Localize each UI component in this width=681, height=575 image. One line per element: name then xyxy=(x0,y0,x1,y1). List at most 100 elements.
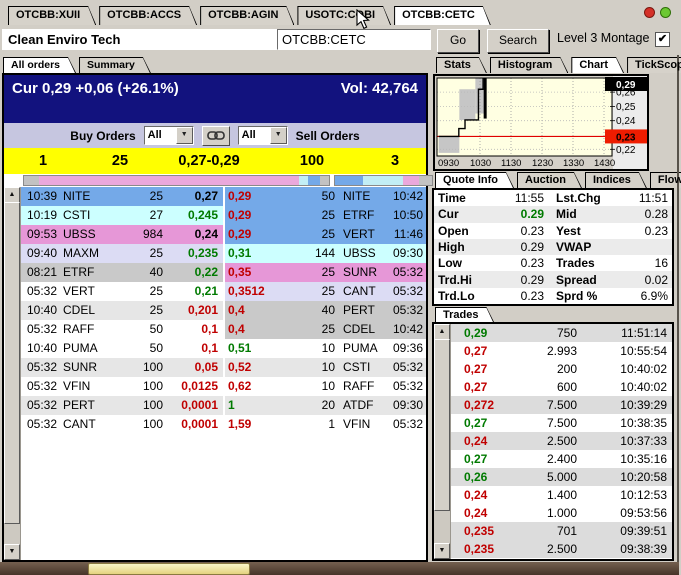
quote-value: 11:51 xyxy=(638,191,668,206)
cell-time: 10:42 xyxy=(392,322,423,336)
tab-label: Histogram xyxy=(497,59,553,71)
cell-mm: CDEL xyxy=(343,322,376,336)
quote-value: 0.23 xyxy=(520,223,544,238)
cell-mm: ATDF xyxy=(343,398,374,412)
scroll-thumb[interactable] xyxy=(4,202,20,524)
cell-time: 10:50 xyxy=(392,208,423,222)
trade-price: 0,27 xyxy=(464,362,488,376)
depth-gauge-row xyxy=(4,174,433,187)
cell-price: 0,29 xyxy=(228,208,252,222)
trade-size: 2.500 xyxy=(546,542,577,556)
chevron-down-icon[interactable]: ▼ xyxy=(175,127,193,144)
tab-tickscope[interactable]: TickScope xyxy=(627,57,681,73)
cell-size: 100 xyxy=(142,360,163,374)
buy-filter-dropdown[interactable]: All ▼ xyxy=(143,126,194,145)
quote-label: VWAP xyxy=(556,239,592,254)
current-price-line: Cur 0,29 +0,06 (+26.1%) xyxy=(12,80,179,97)
book-row[interactable]: 05:32 VERT 25 0,21 0,3512 25 CANT 05:32 xyxy=(21,282,426,301)
scroll-down-icon[interactable]: ▼ xyxy=(4,544,20,560)
cell-time: 05:32 xyxy=(27,398,58,412)
ticker-tab-otcbb-xuii[interactable]: OTCBB:XUII xyxy=(8,6,96,25)
tab-quote-info[interactable]: Quote Info xyxy=(435,172,514,188)
order-book-scrollbar[interactable]: ▲ ▼ xyxy=(4,187,21,560)
cell-time: 10:19 xyxy=(27,208,58,222)
buy-orders-label: Buy Orders xyxy=(70,128,136,143)
trade-row: 0,235 701 09:39:51 xyxy=(451,522,672,540)
book-row[interactable]: 09:40 MAXM 25 0,235 0,31 144 UBSS 09:30 xyxy=(21,244,426,263)
tab-auction[interactable]: Auction xyxy=(517,172,582,188)
book-row[interactable]: 05:32 SUNR 100 0,05 0,52 10 CSTI 05:32 xyxy=(21,358,426,377)
sell-order: 0,3512 25 CANT 05:32 xyxy=(225,282,426,301)
ticker-tab-otcbb-accs[interactable]: OTCBB:ACCS xyxy=(99,6,197,25)
order-book: ▲ ▼ 10:39 NITE 25 0,27 0,29 50 NITE 10:42 10:19 CS… xyxy=(4,187,426,560)
book-row[interactable]: 05:32 CANT 100 0,0001 1,59 1 VFIN 05:32 xyxy=(21,415,426,434)
tab-chart[interactable]: Chart xyxy=(571,57,624,73)
go-button[interactable]: Go xyxy=(437,29,479,53)
book-row[interactable]: 09:53 UBSS 984 0,24 0,29 25 VERT 11:46 xyxy=(21,225,426,244)
cell-price: 0,1 xyxy=(201,341,218,355)
cell-price: 0,24 xyxy=(194,227,218,241)
tab-stats[interactable]: Stats xyxy=(436,57,487,73)
orders-tab-bar: All orders Summary xyxy=(3,57,154,73)
cell-mm: SUNR xyxy=(343,265,378,279)
quote-label: Trd.Lo xyxy=(438,288,475,303)
trade-size: 2.993 xyxy=(546,344,577,358)
cell-mm: CANT xyxy=(63,417,96,431)
buy-order: 10:40 CDEL 25 0,201 xyxy=(21,301,223,320)
scroll-up-icon[interactable]: ▲ xyxy=(434,324,450,340)
level3-montage-checkbox[interactable]: ✔ xyxy=(655,32,670,47)
background-window-highlight xyxy=(88,563,250,575)
sell-filter-value: All xyxy=(241,129,256,141)
scroll-thumb[interactable] xyxy=(434,339,450,511)
book-row[interactable]: 10:19 CSTI 27 0,245 0,29 25 ETRF 10:50 xyxy=(21,206,426,225)
cell-size: 10 xyxy=(321,341,335,355)
tab-all-orders[interactable]: All orders xyxy=(3,57,76,73)
buy-order: 05:32 VFIN 100 0,0125 xyxy=(21,377,223,396)
svg-text:0,25: 0,25 xyxy=(616,102,636,113)
trade-row: 0,26 5.000 10:20:58 xyxy=(451,468,672,486)
scroll-up-icon[interactable]: ▲ xyxy=(4,187,20,203)
ticker-tab-otcbb-cetc[interactable]: OTCBB:CETC xyxy=(394,6,491,25)
book-row[interactable]: 05:32 RAFF 50 0,1 0,4 25 CDEL 10:42 xyxy=(21,320,426,339)
tab-trades[interactable]: Trades xyxy=(435,307,494,323)
trades-scrollbar[interactable]: ▲ ▼ xyxy=(434,324,451,559)
book-row[interactable]: 10:40 CDEL 25 0,201 0,4 40 PERT 05:32 xyxy=(21,301,426,320)
book-row[interactable]: 05:32 VFIN 100 0,0125 0,62 10 RAFF 05:32 xyxy=(21,377,426,396)
svg-text:0,22: 0,22 xyxy=(616,145,636,156)
cell-size: 100 xyxy=(142,398,163,412)
company-name: Clean Enviro Tech xyxy=(2,29,278,50)
price-chart: 0930 1030 1130 1230 1330 14300,260,250,240,22… xyxy=(436,76,647,169)
link-filters-button[interactable] xyxy=(201,125,230,146)
cell-mm: ETRF xyxy=(63,265,95,279)
chevron-down-icon[interactable]: ▼ xyxy=(269,127,287,144)
trade-price: 0,235 xyxy=(464,524,495,538)
book-row[interactable]: 10:40 PUMA 50 0,1 0,51 10 PUMA 09:36 xyxy=(21,339,426,358)
trade-price: 0,272 xyxy=(464,398,495,412)
book-row[interactable]: 10:39 NITE 25 0,27 0,29 50 NITE 10:42 xyxy=(21,187,426,206)
quote-label: Mid xyxy=(556,207,577,222)
book-row[interactable]: 08:21 ETRF 40 0,22 0,35 25 SUNR 05:32 xyxy=(21,263,426,282)
ticker-tab-usotc-cobi[interactable]: USOTC:COBI xyxy=(297,6,391,25)
cell-mm: VERT xyxy=(343,227,375,241)
trade-size: 2.500 xyxy=(546,434,577,448)
sell-filter-dropdown[interactable]: All ▼ xyxy=(237,126,288,145)
search-button[interactable]: Search xyxy=(487,29,549,53)
cell-mm: UBSS xyxy=(343,246,376,260)
cell-time: 10:42 xyxy=(392,189,423,203)
tab-flow[interactable]: Flow xyxy=(650,172,681,188)
trade-size: 600 xyxy=(556,380,577,394)
depth-segment xyxy=(402,176,420,185)
cell-mm: CANT xyxy=(343,284,376,298)
book-row[interactable]: 05:32 PERT 100 0,0001 1 20 ATDF 09:30 xyxy=(21,396,426,415)
cell-price: 0,245 xyxy=(187,208,218,222)
tab-histogram[interactable]: Histogram xyxy=(490,57,568,73)
symbol-input[interactable]: OTCBB:CETC xyxy=(277,29,431,50)
tab-label: Flow xyxy=(657,174,681,186)
tab-indices[interactable]: Indices xyxy=(585,172,647,188)
scroll-down-icon[interactable]: ▼ xyxy=(434,543,450,559)
ticker-tab-otcbb-agin[interactable]: OTCBB:AGIN xyxy=(200,6,294,25)
quote-value: 11:55 xyxy=(514,191,544,206)
trade-price: 0,29 xyxy=(464,326,488,340)
tab-summary[interactable]: Summary xyxy=(79,57,151,73)
tab-label: OTCBB:ACCS xyxy=(107,9,182,21)
